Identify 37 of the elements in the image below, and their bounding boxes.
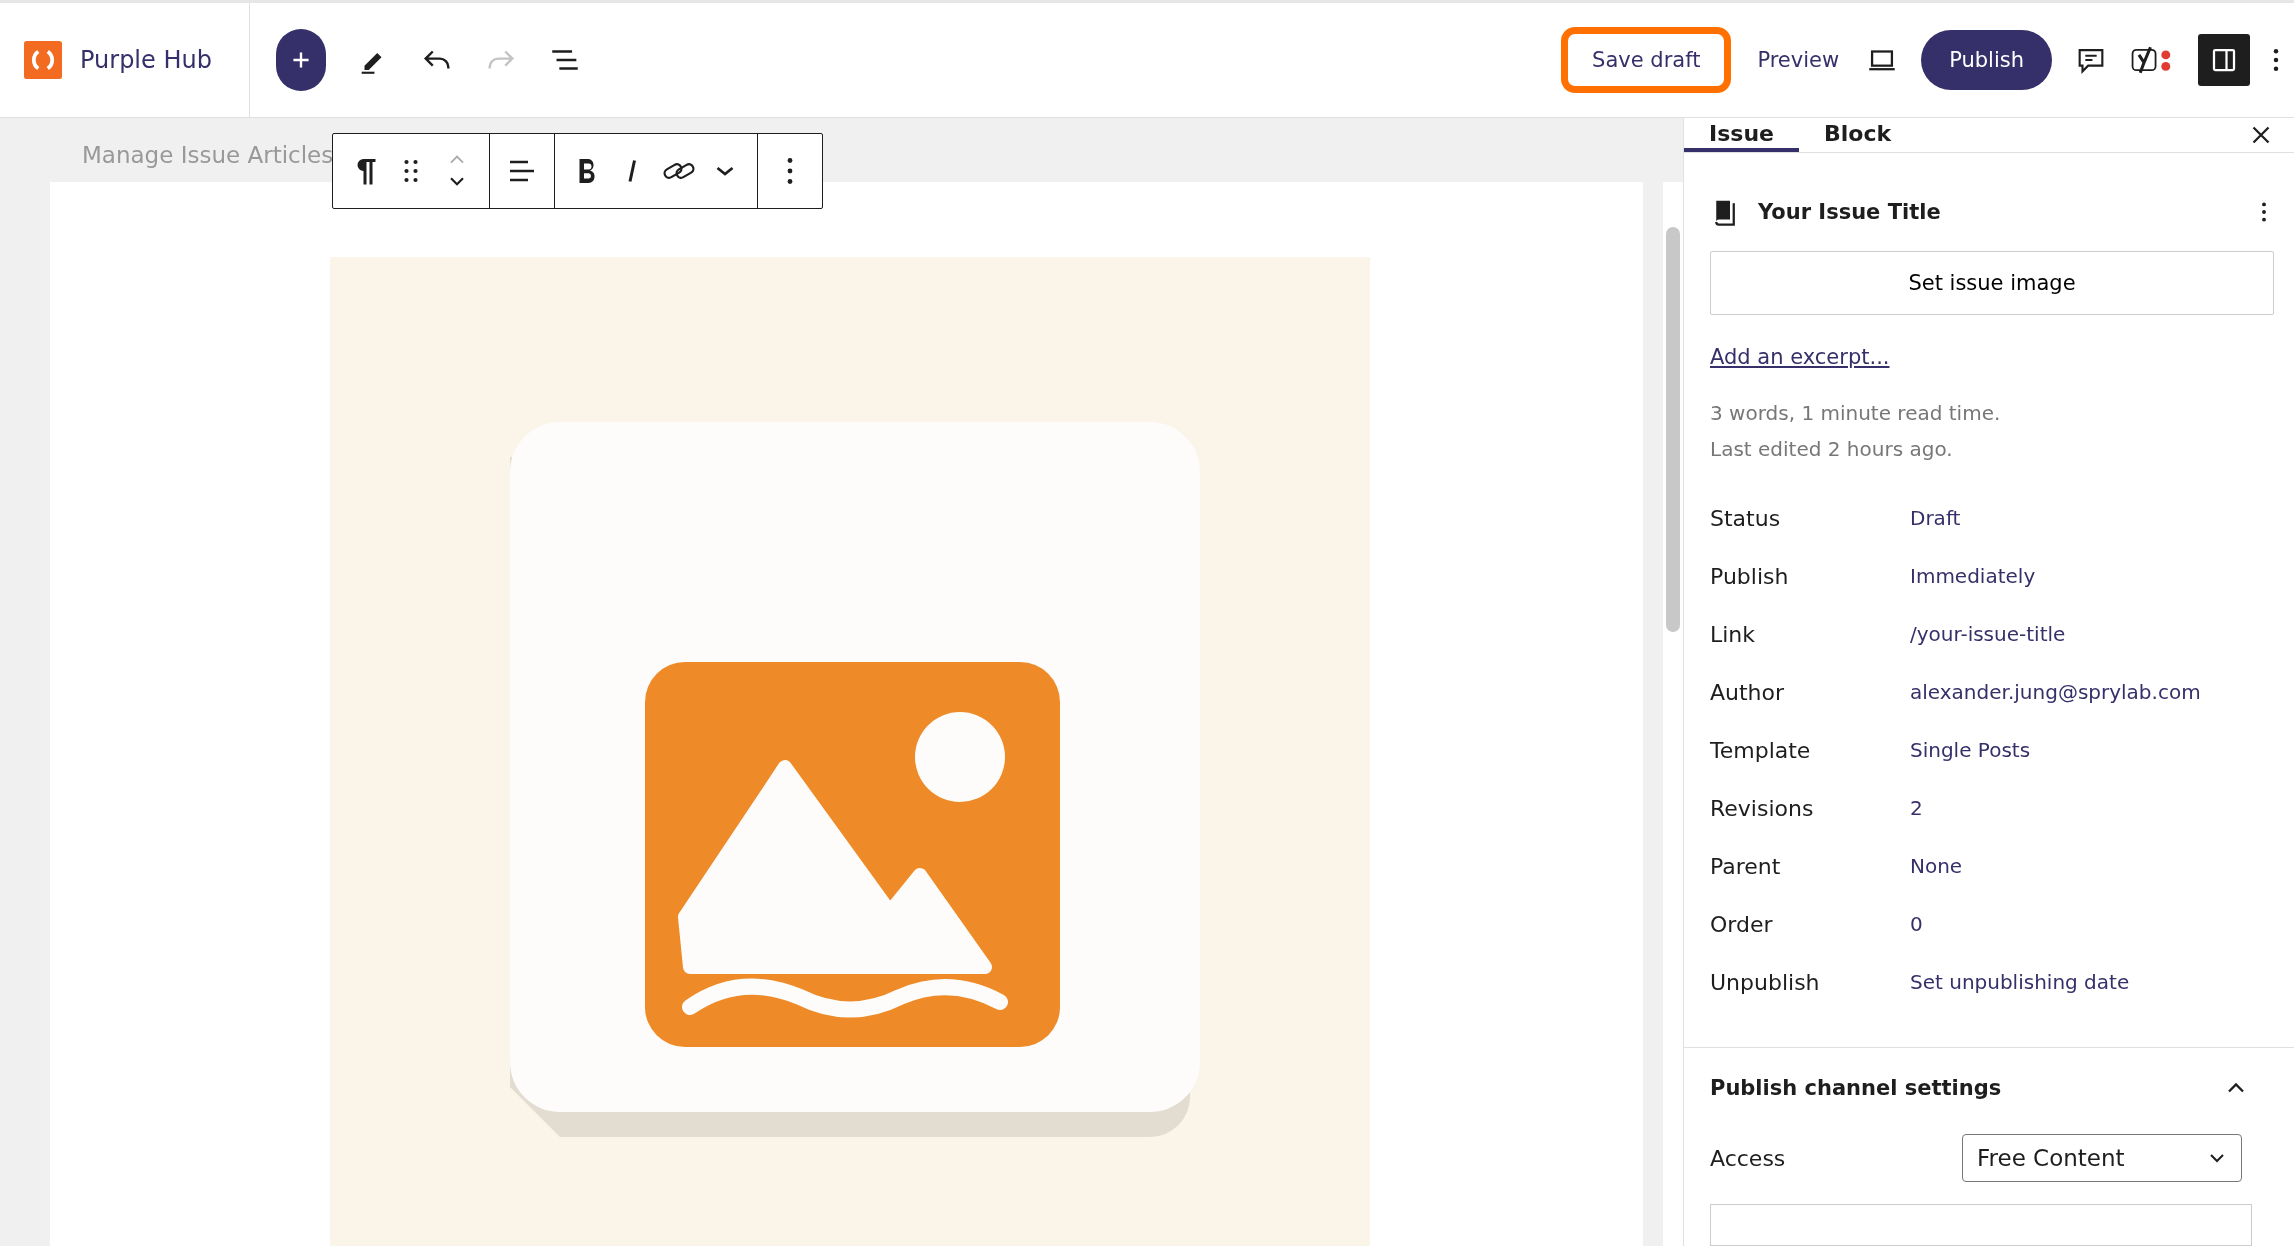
field-value-link[interactable]: Immediately — [1910, 564, 2036, 588]
panel-title: Publish channel settings — [1710, 1076, 2002, 1100]
field-label: Link — [1710, 621, 1757, 647]
scrollbar-thumb[interactable] — [1666, 227, 1680, 632]
field-label: Parent — [1710, 853, 1782, 879]
sidebar-toggle-button[interactable] — [2198, 34, 2250, 86]
logo-icon — [24, 41, 62, 79]
brand-name: Purple Hub — [80, 46, 212, 74]
field-value-link[interactable]: alexander.jung@sprylab.com — [1910, 680, 2201, 704]
sidebar-tab[interactable]: Block — [1798, 118, 1917, 152]
field-label: Order — [1710, 911, 1774, 937]
issue-title: Your Issue Title — [1758, 200, 1941, 224]
field-value-link[interactable]: None — [1910, 854, 1963, 878]
field-label: Status — [1710, 505, 1782, 531]
publish-button[interactable]: Publish — [1921, 30, 2052, 90]
field-value-link[interactable]: Set unpublishing date — [1910, 970, 2130, 994]
field-value-link[interactable]: 2 — [1910, 796, 1923, 820]
excerpt-link[interactable]: Add an excerpt... — [1710, 345, 1890, 369]
field-value-link[interactable]: /your-issue-title — [1910, 622, 2066, 646]
field-value-link[interactable]: 0 — [1910, 912, 1923, 936]
field-label: Template — [1710, 737, 1812, 763]
field-label: Unpublish — [1710, 969, 1821, 995]
set-image-button[interactable]: Set issue image — [1710, 251, 2274, 315]
field-label: Publish — [1710, 563, 1790, 589]
field-label: Author — [1710, 679, 1786, 705]
sidebar-tab[interactable]: Issue — [1684, 118, 1799, 152]
post-stat-text: 3 words, 1 minute read time. — [1710, 401, 2002, 425]
save-draft-button[interactable]: Save draft — [1561, 27, 1732, 93]
field-value-link[interactable]: Draft — [1910, 506, 1961, 530]
post-stat-text: Last edited 2 hours ago. — [1710, 437, 1954, 461]
input-field[interactable] — [1710, 1204, 2252, 1246]
access-label: Access — [1710, 1145, 1787, 1171]
preview-button[interactable]: Preview — [1753, 40, 1844, 80]
field-value-link[interactable]: Single Posts — [1910, 738, 2031, 762]
access-select[interactable]: Free Content — [1962, 1134, 2242, 1182]
field-label: Revisions — [1710, 795, 1815, 821]
add-block-button[interactable] — [276, 29, 326, 91]
